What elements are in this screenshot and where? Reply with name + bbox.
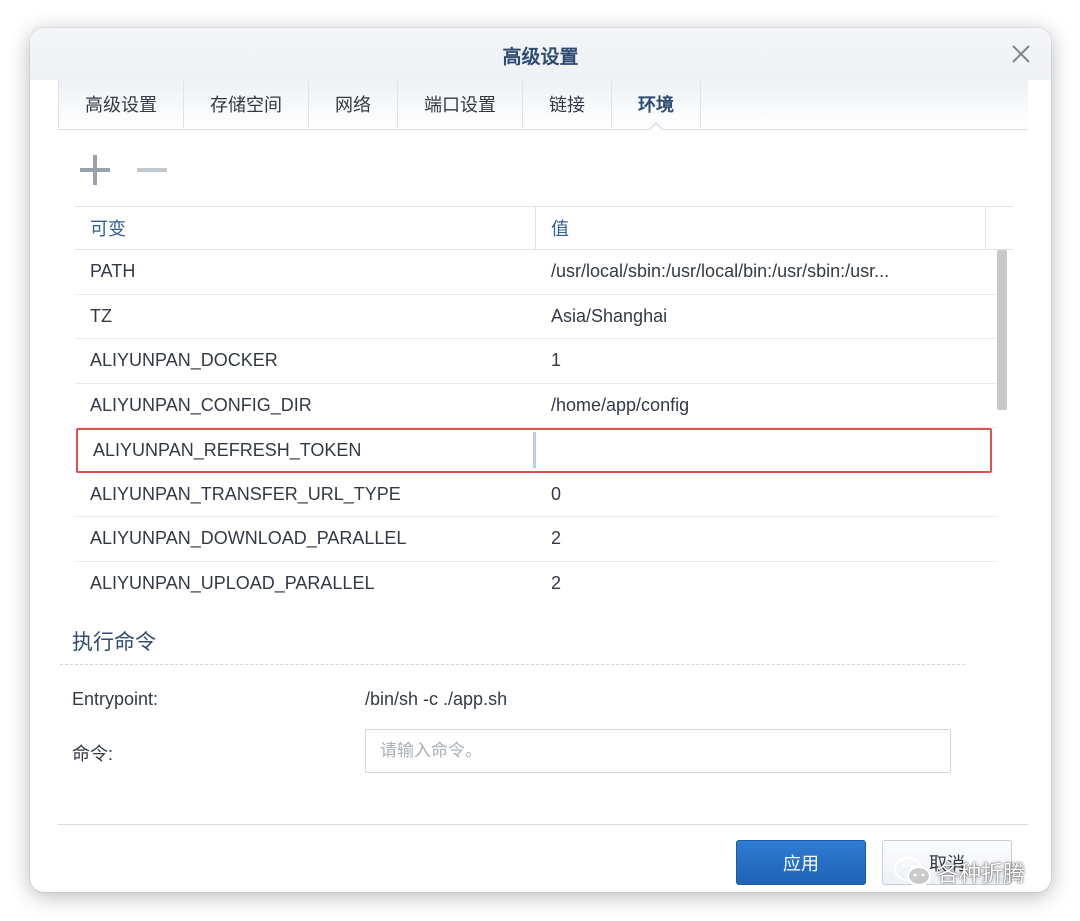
column-header-value[interactable]: 值 [536, 207, 986, 249]
tab-environment[interactable]: 环境 [611, 80, 701, 131]
tab-links[interactable]: 链接 [522, 80, 611, 128]
variable-value: Asia/Shanghai [551, 305, 668, 326]
command-input[interactable] [365, 729, 951, 773]
table-row[interactable]: TZ Asia/Shanghai [75, 295, 997, 339]
variable-value: /home/app/config [551, 394, 690, 415]
variable-value: 0 [551, 483, 562, 504]
tab-label: 存储空间 [210, 95, 282, 116]
variable-name: ALIYUNPAN_TRANSFER_URL_TYPE [90, 483, 401, 504]
footer-divider [58, 824, 1028, 825]
section-divider [60, 664, 965, 665]
tab-label: 环境 [638, 95, 674, 116]
watermark-text: 各种折腾 [937, 862, 1026, 887]
settings-dialog: 高级设置 高级设置 存储空间 网络 端口设置 链接 环境 可变 值 PATH /… [30, 28, 1051, 892]
tab-label: 网络 [335, 95, 371, 116]
table-row-editing[interactable]: ALIYUNPAN_REFRESH_TOKEN [76, 428, 992, 473]
tab-storage[interactable]: 存储空间 [183, 80, 308, 128]
entrypoint-value: /bin/sh -c ./app.sh [365, 689, 508, 709]
command-label: 命令: [72, 744, 114, 764]
variable-name: PATH [90, 261, 136, 282]
variable-name: ALIYUNPAN_CONFIG_DIR [90, 394, 312, 415]
wechat-icon [893, 856, 932, 887]
variable-name: ALIYUNPAN_REFRESH_TOKEN [93, 439, 362, 460]
tab-advanced[interactable]: 高级设置 [58, 80, 183, 128]
watermark: 各种折腾 [893, 852, 1025, 892]
tab-label: 端口设置 [424, 95, 496, 116]
tab-network[interactable]: 网络 [308, 80, 397, 128]
close-button[interactable] [1009, 42, 1033, 66]
variable-value: 1 [551, 350, 562, 371]
table-row[interactable]: ALIYUNPAN_UPLOAD_PARALLEL 2 [75, 562, 997, 607]
remove-variable-button[interactable] [134, 152, 170, 188]
column-label: 可变 [90, 219, 126, 240]
variable-name: ALIYUNPAN_DOWNLOAD_PARALLEL [90, 528, 407, 549]
section-title-exec: 执行命令 [72, 630, 156, 654]
table-scrollbar[interactable] [997, 250, 1007, 410]
close-icon [1012, 45, 1030, 63]
minus-icon [137, 168, 167, 172]
table-row[interactable]: ALIYUNPAN_DOWNLOAD_PARALLEL 2 [75, 517, 997, 562]
column-header-variable[interactable]: 可变 [75, 207, 536, 249]
tab-label: 高级设置 [85, 95, 157, 116]
entrypoint-label: Entrypoint: [72, 689, 159, 709]
tab-bar: 高级设置 存储空间 网络 端口设置 链接 环境 [58, 80, 1028, 131]
table-row[interactable]: ALIYUNPAN_DOCKER 1 [75, 339, 997, 384]
variable-value: 2 [551, 573, 562, 594]
dialog-title: 高级设置 [502, 46, 579, 68]
variable-name: TZ [90, 305, 112, 326]
table-row[interactable]: ALIYUNPAN_TRANSFER_URL_TYPE 0 [75, 473, 997, 517]
column-label: 值 [551, 219, 569, 240]
table-row[interactable]: PATH /usr/local/sbin:/usr/local/bin:/usr… [75, 250, 997, 295]
variable-name: ALIYUNPAN_DOCKER [90, 350, 278, 371]
environment-table: 可变 值 PATH /usr/local/sbin:/usr/local/bin… [75, 206, 1013, 604]
tab-port-settings[interactable]: 端口设置 [397, 80, 522, 128]
plus-icon [80, 155, 110, 185]
table-body: PATH /usr/local/sbin:/usr/local/bin:/usr… [75, 250, 997, 606]
variable-value: /usr/local/sbin:/usr/local/bin:/usr/sbin… [551, 261, 890, 282]
variable-name: ALIYUNPAN_UPLOAD_PARALLEL [90, 573, 375, 594]
tab-label: 链接 [549, 95, 585, 116]
table-header: 可变 值 [75, 207, 1013, 250]
variable-value-input[interactable] [533, 432, 983, 469]
title-bar: 高级设置 [30, 28, 1051, 80]
variable-value: 2 [551, 528, 562, 549]
add-variable-button[interactable] [77, 152, 113, 188]
apply-button[interactable]: 应用 [736, 840, 866, 885]
table-row[interactable]: ALIYUNPAN_CONFIG_DIR /home/app/config [75, 384, 997, 428]
